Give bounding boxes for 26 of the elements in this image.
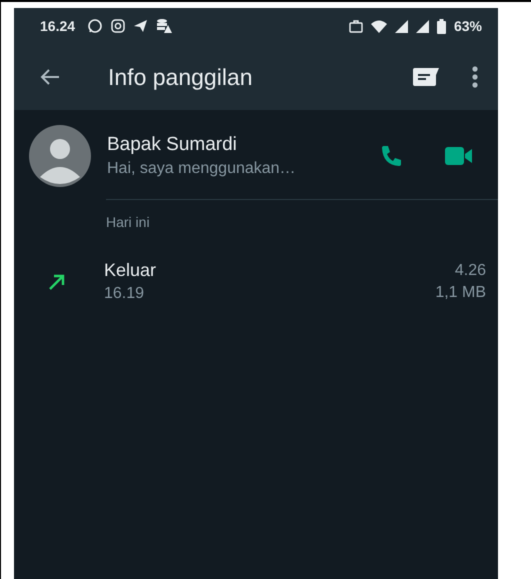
database-warning-icon — [156, 18, 172, 34]
contact-name: Bapak Sumardi — [107, 134, 238, 156]
signal-icon — [416, 20, 429, 32]
battery-icon — [436, 18, 446, 34]
paper-plane-icon — [133, 19, 148, 33]
battery-percent: 63% — [454, 18, 482, 34]
call-duration: 4.26 — [454, 262, 486, 280]
briefcase-icon — [348, 20, 363, 32]
wifi-icon — [370, 20, 387, 32]
call-data-size: 1,1 MB — [435, 284, 486, 302]
back-arrow-icon[interactable] — [40, 68, 60, 86]
call-type: Keluar — [104, 260, 156, 281]
call-time: 16.19 — [104, 285, 146, 303]
message-icon[interactable] — [412, 67, 440, 87]
status-time: 16.24 — [40, 18, 76, 34]
section-label: Hari ini — [106, 214, 151, 230]
phone-icon[interactable] — [379, 144, 403, 168]
more-options-icon[interactable] — [472, 66, 478, 88]
outgoing-arrow-icon — [48, 272, 66, 290]
signal-icon — [394, 20, 408, 32]
chat-bubble-icon — [87, 18, 104, 34]
contact-about: Hai, saya menggunakan… — [107, 160, 297, 178]
camera-icon — [111, 19, 126, 33]
avatar[interactable] — [29, 125, 91, 187]
screen-title: Info panggilan — [108, 64, 253, 90]
video-camera-icon[interactable] — [445, 147, 472, 165]
